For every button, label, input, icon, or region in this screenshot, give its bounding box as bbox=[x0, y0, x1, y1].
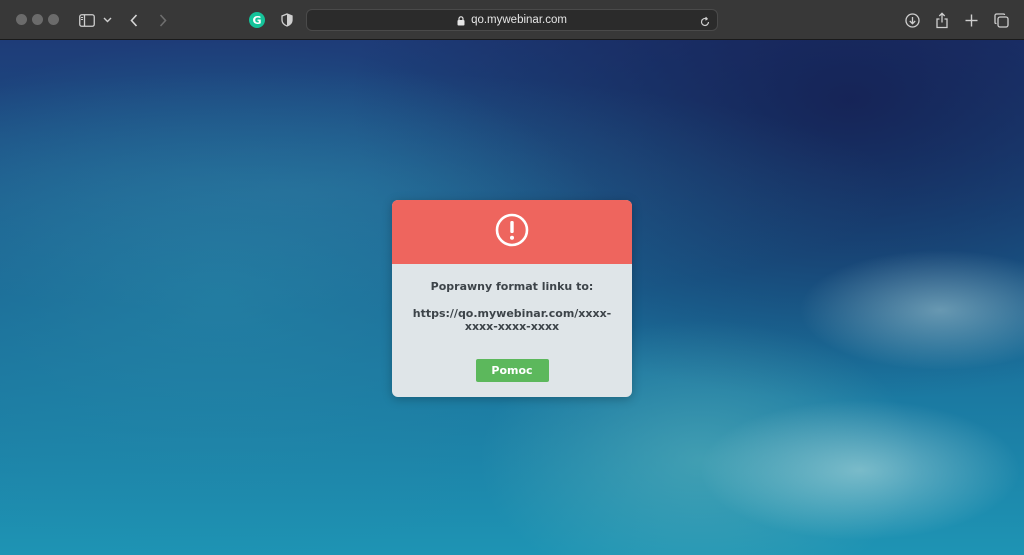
privacy-shield-icon[interactable] bbox=[280, 10, 294, 30]
tab-overview-icon[interactable] bbox=[992, 10, 1010, 30]
help-button[interactable]: Pomoc bbox=[475, 359, 549, 382]
close-window-button[interactable] bbox=[16, 14, 27, 25]
dialog-title: Poprawny format linku to: bbox=[430, 280, 594, 293]
reload-icon[interactable] bbox=[699, 13, 711, 32]
back-icon[interactable] bbox=[127, 10, 141, 30]
chevron-down-icon[interactable] bbox=[101, 10, 113, 30]
dialog-body: Poprawny format linku to: https://qo.myw… bbox=[392, 264, 632, 382]
page-background: Poprawny format linku to: https://qo.myw… bbox=[0, 40, 1024, 555]
download-icon[interactable] bbox=[904, 10, 920, 30]
browser-window: G qo.mywebinar.com Poprawny format linku… bbox=[0, 0, 1024, 555]
forward-icon[interactable] bbox=[156, 10, 170, 30]
link-format-dialog: Poprawny format linku to: https://qo.myw… bbox=[392, 200, 632, 397]
share-icon[interactable] bbox=[934, 10, 950, 30]
grammarly-icon[interactable]: G bbox=[249, 12, 265, 28]
address-bar[interactable]: qo.mywebinar.com bbox=[306, 9, 718, 31]
url-text: qo.mywebinar.com bbox=[471, 14, 567, 26]
link-format-text: https://qo.mywebinar.com/xxxx-xxxx-xxxx-… bbox=[412, 307, 612, 333]
dialog-header bbox=[392, 200, 632, 264]
sidebar-icon[interactable] bbox=[78, 10, 96, 30]
new-tab-icon[interactable] bbox=[963, 10, 979, 30]
zoom-window-button[interactable] bbox=[48, 14, 59, 25]
alert-icon bbox=[495, 213, 529, 251]
lock-icon bbox=[457, 11, 465, 30]
browser-toolbar: G qo.mywebinar.com bbox=[0, 0, 1024, 40]
minimize-window-button[interactable] bbox=[32, 14, 43, 25]
